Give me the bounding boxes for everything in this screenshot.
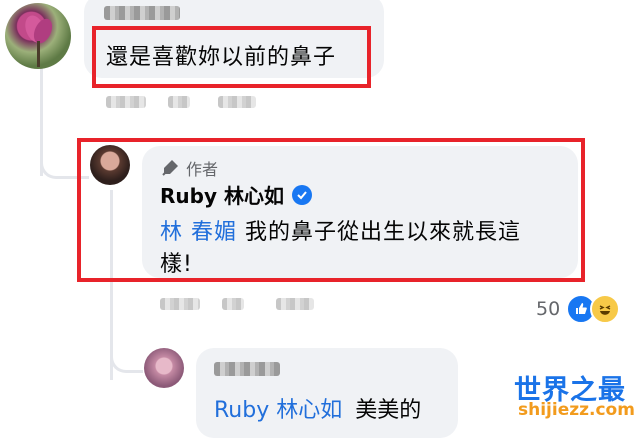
commenter-name-blurred[interactable]	[104, 6, 180, 20]
second-reply-mention[interactable]: Ruby 林心如	[214, 398, 342, 423]
magnolia-flower-icon	[25, 15, 53, 67]
reply-text-line1: 林 春媚 我的鼻子從出生以來就長這	[160, 214, 521, 246]
reply-author-name[interactable]: Ruby 林心如	[160, 180, 284, 209]
reaction-count: 50	[536, 298, 561, 320]
commenter-avatar[interactable]	[5, 3, 71, 69]
comment-actions-blurred-3[interactable]	[218, 96, 256, 108]
second-replier-name-blurred[interactable]	[214, 362, 280, 376]
watermark-url: shijiezz.com	[518, 400, 635, 420]
reply-text-line2: 樣!	[160, 252, 193, 277]
reply-actions-blurred-3[interactable]	[276, 298, 314, 310]
verified-badge-icon	[291, 184, 312, 205]
reply-actions-blurred-1[interactable]	[160, 298, 200, 310]
reply-actions-blurred-2[interactable]	[222, 298, 244, 310]
comment-actions-blurred-2[interactable]	[168, 96, 190, 108]
author-badge: 作者	[160, 156, 218, 180]
reply-author-row: Ruby 林心如	[160, 180, 312, 209]
reply-mention[interactable]: 林 春媚	[160, 220, 237, 245]
thread-line-nested-curve	[110, 325, 143, 373]
reply-text-part1: 我的鼻子從出生以來就長這	[245, 220, 522, 245]
reaction-summary[interactable]: 50	[536, 294, 621, 324]
second-replier-avatar[interactable]	[144, 348, 184, 388]
author-badge-label: 作者	[186, 160, 219, 179]
second-reply-text: Ruby 林心如 美美的	[214, 392, 421, 424]
microphone-icon	[162, 160, 178, 176]
second-reply-content: 美美的	[355, 398, 422, 423]
highlight-box-reply	[77, 138, 585, 282]
haha-reaction-icon	[590, 294, 621, 324]
comment-actions-blurred-1[interactable]	[106, 96, 146, 108]
comment-text: 還是喜歡妳以前的鼻子	[106, 45, 337, 70]
